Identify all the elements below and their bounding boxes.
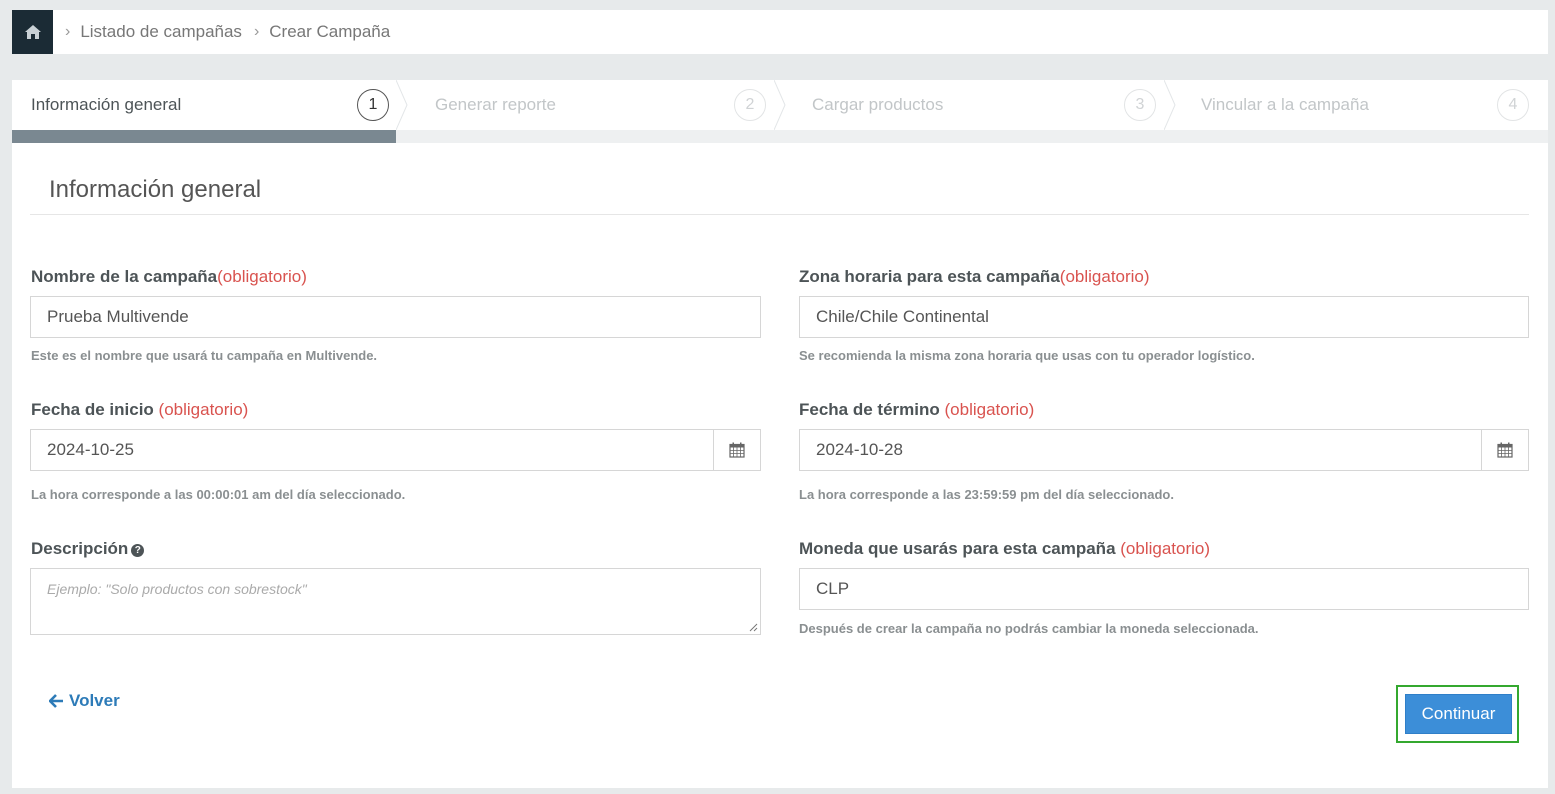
breadcrumb: › Listado de campañas › Crear Campaña xyxy=(12,10,1548,54)
step-label: Generar reporte xyxy=(435,95,556,114)
campaign-name-help: Este es el nombre que usará tu campaña e… xyxy=(31,348,378,363)
start-date-label: Fecha de inicio (obligatorio) xyxy=(31,400,248,420)
wizard-stepper: Información general 1 Generar reporte 2 … xyxy=(12,80,1548,143)
start-date-input[interactable]: 2024-10-25 xyxy=(30,429,761,471)
step-number-2: 2 xyxy=(734,89,766,121)
label-text: Zona horaria para esta campaña xyxy=(799,267,1060,286)
step-label: Vincular a la campaña xyxy=(1201,95,1369,114)
campaign-name-label: Nombre de la campaña(obligatorio) xyxy=(31,267,307,287)
home-button[interactable] xyxy=(12,10,53,54)
breadcrumb-create-campaign: Crear Campaña xyxy=(269,22,391,41)
step-number-3: 3 xyxy=(1124,89,1156,121)
required-mark: (obligatorio) xyxy=(944,400,1035,419)
step-link-campaign[interactable]: Vincular a la campaña xyxy=(1201,80,1369,130)
end-date-help: La hora corresponde a las 23:59:59 pm de… xyxy=(799,487,1174,502)
home-icon xyxy=(24,25,41,39)
campaign-name-input[interactable]: Prueba Multivende xyxy=(30,296,761,338)
breadcrumb-campaign-list[interactable]: Listado de campañas xyxy=(80,22,242,42)
input-value: CLP xyxy=(816,579,850,598)
continue-highlight: Continuar xyxy=(1396,685,1519,743)
calendar-icon xyxy=(1497,442,1513,458)
step-divider xyxy=(774,80,786,130)
label-text: Moneda que usarás para esta campaña xyxy=(799,539,1116,558)
step-progress-bar xyxy=(12,130,396,143)
divider xyxy=(30,214,1529,215)
input-value: 2024-10-25 xyxy=(47,440,134,459)
step-label: Cargar productos xyxy=(812,95,944,114)
timezone-help: Se recomienda la misma zona horaria que … xyxy=(799,348,1255,363)
label-text: Nombre de la campaña xyxy=(31,267,218,286)
input-value: 2024-10-28 xyxy=(816,440,903,459)
currency-help: Después de crear la campaña no podrás ca… xyxy=(799,621,1259,636)
step-generate-report[interactable]: Generar reporte xyxy=(435,80,556,130)
label-text: Descripción xyxy=(31,539,129,558)
currency-label: Moneda que usarás para esta campaña (obl… xyxy=(799,539,1210,559)
form-panel: Información general Nombre de la campaña… xyxy=(12,143,1548,788)
start-date-help: La hora corresponde a las 00:00:01 am de… xyxy=(31,487,406,502)
step-number-4: 4 xyxy=(1497,89,1529,121)
textarea-placeholder: Ejemplo: "Solo productos con sobrestock" xyxy=(47,581,307,597)
end-date-input[interactable]: 2024-10-28 xyxy=(799,429,1529,471)
step-progress-track xyxy=(396,130,1548,143)
step-divider xyxy=(1164,80,1176,130)
start-date-calendar-button[interactable] xyxy=(713,430,760,470)
back-label: Volver xyxy=(69,691,120,710)
step-label: Información general xyxy=(31,95,182,114)
label-text: Fecha de término xyxy=(799,400,940,419)
resize-handle-icon[interactable] xyxy=(748,622,758,632)
required-mark: (obligatorio) xyxy=(1059,267,1150,286)
timezone-label: Zona horaria para esta campaña(obligator… xyxy=(799,267,1150,287)
input-value: Chile/Chile Continental xyxy=(816,307,989,326)
panel-title: Información general xyxy=(49,176,262,203)
question-circle-icon[interactable]: ? xyxy=(131,544,145,557)
step-general-info[interactable]: Información general xyxy=(31,80,181,130)
end-date-label: Fecha de término (obligatorio) xyxy=(799,400,1034,420)
back-link[interactable]: Volver xyxy=(49,691,120,711)
required-mark: (obligatorio) xyxy=(217,267,307,286)
chevron-right-icon: › xyxy=(253,23,260,40)
required-mark: (obligatorio) xyxy=(158,400,249,419)
step-load-products[interactable]: Cargar productos xyxy=(812,80,943,130)
calendar-icon xyxy=(729,442,745,458)
continue-button[interactable]: Continuar xyxy=(1405,694,1512,734)
step-number-1: 1 xyxy=(357,89,389,121)
currency-select[interactable]: CLP xyxy=(799,568,1529,610)
label-text: Fecha de inicio xyxy=(31,400,154,419)
end-date-calendar-button[interactable] xyxy=(1481,430,1528,470)
step-divider xyxy=(396,80,408,130)
arrow-left-icon xyxy=(49,694,63,708)
required-mark: (obligatorio) xyxy=(1120,539,1211,558)
description-textarea[interactable]: Ejemplo: "Solo productos con sobrestock" xyxy=(30,568,761,635)
input-value: Prueba Multivende xyxy=(47,307,189,326)
timezone-select[interactable]: Chile/Chile Continental xyxy=(799,296,1529,338)
description-label: Descripción? xyxy=(31,539,145,559)
chevron-right-icon: › xyxy=(65,23,71,40)
